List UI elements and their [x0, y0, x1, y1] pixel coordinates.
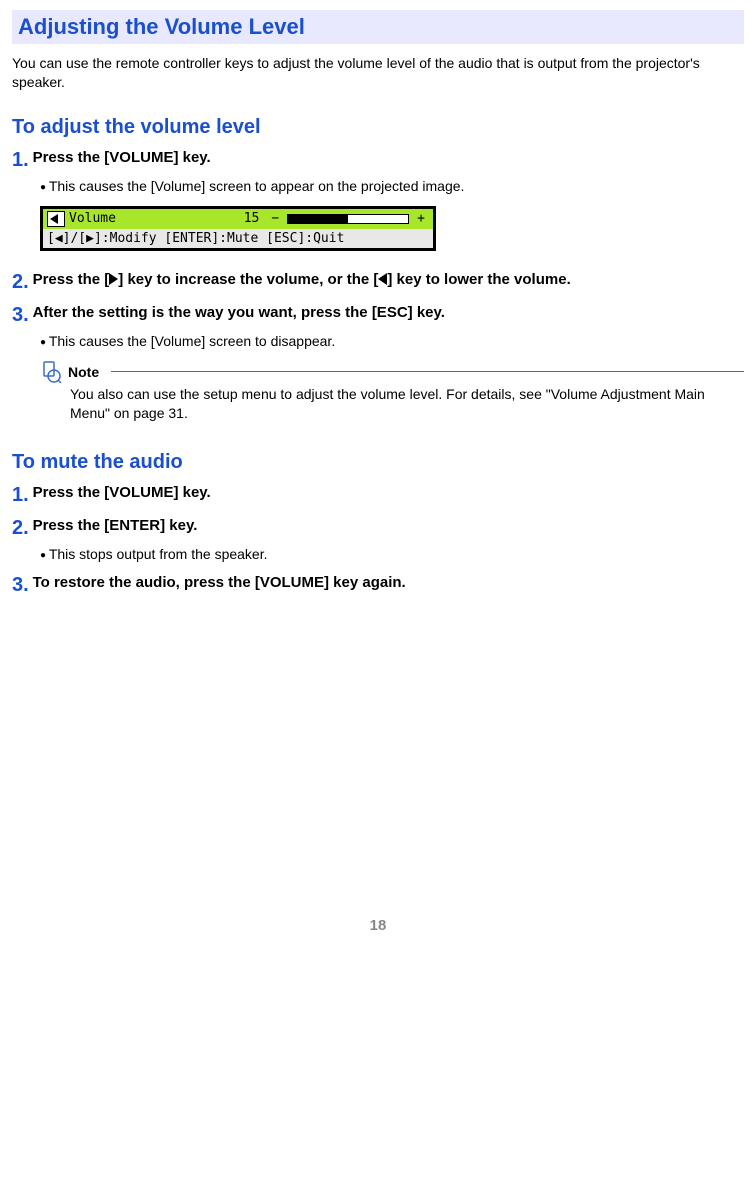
osd-bar-fill: [288, 215, 348, 223]
step-number: 3.: [12, 304, 29, 327]
step-bullet: This stops output from the speaker.: [40, 546, 744, 562]
volume-osd-figure: Volume 15 − + [◀]/[▶]:Modify [ENTER]:Mut…: [40, 206, 436, 251]
osd-hint-row: [◀]/[▶]:Modify [ENTER]:Mute [ESC]:Quit: [43, 229, 433, 248]
note-block: Note You also can use the setup menu to …: [40, 361, 744, 423]
step-number: 3.: [12, 574, 29, 597]
left-triangle-icon: [378, 273, 387, 285]
step-2: 2. Press the [ ] key to increase the volu…: [12, 271, 744, 294]
mute-step-2: 2. Press the [ENTER] key.: [12, 517, 744, 540]
step-instruction: Press the [VOLUME] key.: [33, 484, 211, 501]
page-number: 18: [12, 917, 744, 934]
step-bullet: This causes the [Volume] screen to appea…: [40, 178, 744, 194]
speaker-icon: [47, 211, 65, 227]
subsection-title-mute: To mute the audio: [12, 451, 744, 474]
note-body: You also can use the setup menu to adjus…: [70, 385, 744, 423]
section-banner: Adjusting the Volume Level: [12, 10, 744, 44]
step-instruction: Press the [ ] key to increase the volume,…: [33, 271, 571, 288]
step-instruction: To restore the audio, press the [VOLUME]…: [33, 574, 406, 591]
banner-title: Adjusting the Volume Level: [18, 14, 305, 39]
osd-value: 15: [244, 211, 260, 226]
step2-post: ] key to lower the volume.: [387, 271, 570, 288]
step-instruction: After the setting is the way you want, p…: [33, 304, 445, 321]
step-number: 1.: [12, 149, 29, 172]
step-bullet: This causes the [Volume] screen to disap…: [40, 333, 744, 349]
step-3: 3. After the setting is the way you want…: [12, 304, 744, 327]
step-instruction: Press the [VOLUME] key.: [33, 149, 211, 166]
step-1: 1. Press the [VOLUME] key.: [12, 149, 744, 172]
osd-label: Volume: [69, 211, 116, 226]
note-icon: [40, 361, 62, 383]
osd-bar: [287, 214, 409, 224]
note-rule: [111, 371, 744, 372]
osd-header-row: Volume 15 − +: [43, 209, 433, 229]
step-number: 2.: [12, 271, 29, 294]
osd-plus: +: [413, 211, 429, 226]
mute-step-3: 3. To restore the audio, press the [VOLU…: [12, 574, 744, 597]
mute-step-1: 1. Press the [VOLUME] key.: [12, 484, 744, 507]
note-header: Note: [40, 361, 744, 383]
step2-mid: ] key to increase the volume, or the [: [118, 271, 378, 288]
subsection-title-adjust: To adjust the volume level: [12, 116, 744, 139]
step-number: 2.: [12, 517, 29, 540]
note-label: Note: [68, 364, 99, 380]
page-container: Adjusting the Volume Level You can use t…: [0, 0, 756, 954]
right-triangle-icon: [109, 273, 118, 285]
step-number: 1.: [12, 484, 29, 507]
step2-pre: Press the [: [33, 271, 110, 288]
osd-minus: −: [267, 211, 283, 226]
step-instruction: Press the [ENTER] key.: [33, 517, 198, 534]
intro-paragraph: You can use the remote controller keys t…: [12, 54, 744, 92]
